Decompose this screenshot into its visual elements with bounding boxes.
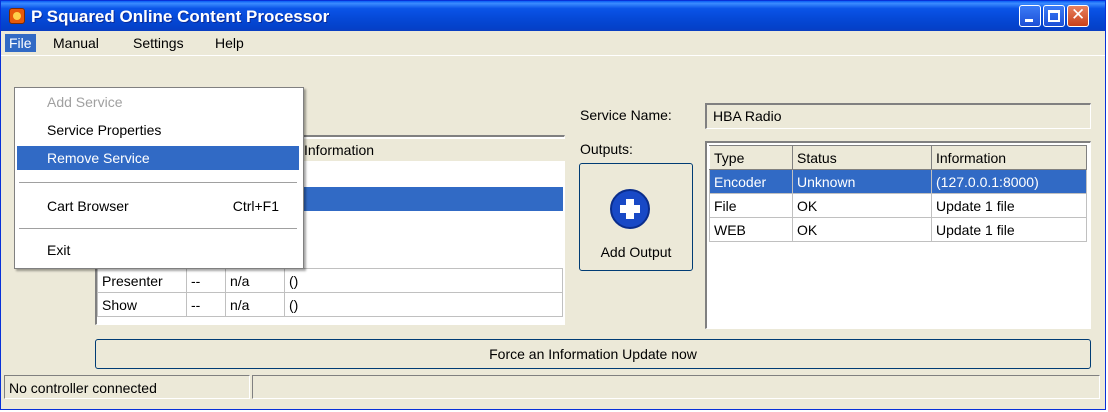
table-row[interactable]: Show -- n/a () <box>97 292 563 317</box>
service-name-field[interactable]: HBA Radio <box>705 103 1091 129</box>
menu-separator <box>19 182 297 183</box>
table-row[interactable]: WEB OK Update 1 file <box>709 217 1087 242</box>
column-header-type[interactable]: Type <box>709 145 793 170</box>
outputs-header-row: Type Status Information <box>709 145 1087 170</box>
column-header-information[interactable]: Information <box>931 145 1087 170</box>
service-name-label: Service Name: <box>580 107 672 123</box>
add-output-label: Add Output <box>600 244 672 260</box>
add-output-plus-icon <box>610 189 650 229</box>
table-row[interactable]: Presenter -- n/a () <box>97 268 563 293</box>
minimize-button[interactable] <box>1019 5 1041 27</box>
force-update-button[interactable]: Force an Information Update now <box>95 339 1091 369</box>
table-row[interactable]: File OK Update 1 file <box>709 193 1087 218</box>
outputs-table[interactable]: Type Status Information Encoder Unknown … <box>705 141 1091 329</box>
menu-item-cart-browser[interactable]: Cart Browser Ctrl+F1 <box>17 194 299 218</box>
menu-manual[interactable]: Manual <box>49 34 103 52</box>
status-panel-2 <box>252 375 1100 399</box>
menu-file[interactable]: File <box>5 34 36 52</box>
close-icon: ✕ <box>1071 5 1086 25</box>
status-text: No controller connected <box>4 375 250 399</box>
app-icon[interactable] <box>9 8 25 24</box>
window-title: P Squared Online Content Processor <box>31 7 330 26</box>
cell-status: -- <box>186 292 226 317</box>
cell-info: Update 1 file <box>931 217 1087 242</box>
outputs-label: Outputs: <box>580 141 633 157</box>
cell-status: Unknown <box>792 169 932 194</box>
cell-info: Update 1 file <box>931 193 1087 218</box>
close-button[interactable]: ✕ <box>1067 5 1089 27</box>
cell-status: OK <box>792 193 932 218</box>
menu-item-remove-service[interactable]: Remove Service <box>17 146 299 170</box>
cell-name: Show <box>97 292 187 317</box>
column-header-status[interactable]: Status <box>792 145 932 170</box>
left-table-grid: Presenter -- n/a () Show -- n/a () <box>97 268 563 317</box>
add-output-button[interactable]: Add Output <box>579 163 693 271</box>
cell-status: OK <box>792 217 932 242</box>
menu-item-cart-browser-label: Cart Browser <box>47 198 129 214</box>
app-window: P Squared Online Content Processor ✕ Fil… <box>0 0 1106 410</box>
table-row[interactable]: Encoder Unknown (127.0.0.1:8000) <box>709 169 1087 194</box>
menu-item-service-properties[interactable]: Service Properties <box>17 118 299 142</box>
cell-info: () <box>284 268 563 293</box>
menu-bar: File Manual Settings Help <box>1 31 1105 56</box>
service-name-value: HBA Radio <box>713 108 782 124</box>
minimize-icon <box>1025 19 1033 22</box>
cell-type: File <box>709 193 793 218</box>
left-table-header-information[interactable]: Information <box>297 139 566 161</box>
menu-settings[interactable]: Settings <box>129 34 188 52</box>
cell-value: n/a <box>225 268 285 293</box>
file-menu-dropdown: Add Service Service Properties Remove Se… <box>14 87 304 269</box>
menu-item-add-service[interactable]: Add Service <box>17 90 299 114</box>
cell-type: WEB <box>709 217 793 242</box>
cell-status: -- <box>186 268 226 293</box>
cell-type: Encoder <box>709 169 793 194</box>
menu-separator <box>19 228 297 229</box>
menu-help[interactable]: Help <box>211 34 248 52</box>
status-bar: No controller connected <box>2 375 1104 401</box>
menu-item-cart-browser-shortcut: Ctrl+F1 <box>232 198 279 214</box>
menu-item-exit[interactable]: Exit <box>17 238 299 262</box>
title-bar[interactable]: P Squared Online Content Processor ✕ <box>1 1 1105 31</box>
cell-value: n/a <box>225 292 285 317</box>
cell-info: (127.0.0.1:8000) <box>931 169 1087 194</box>
outputs-grid: Type Status Information Encoder Unknown … <box>709 145 1087 242</box>
maximize-icon <box>1048 10 1060 22</box>
maximize-button[interactable] <box>1043 5 1065 27</box>
cell-name: Presenter <box>97 268 187 293</box>
cell-info: () <box>284 292 563 317</box>
